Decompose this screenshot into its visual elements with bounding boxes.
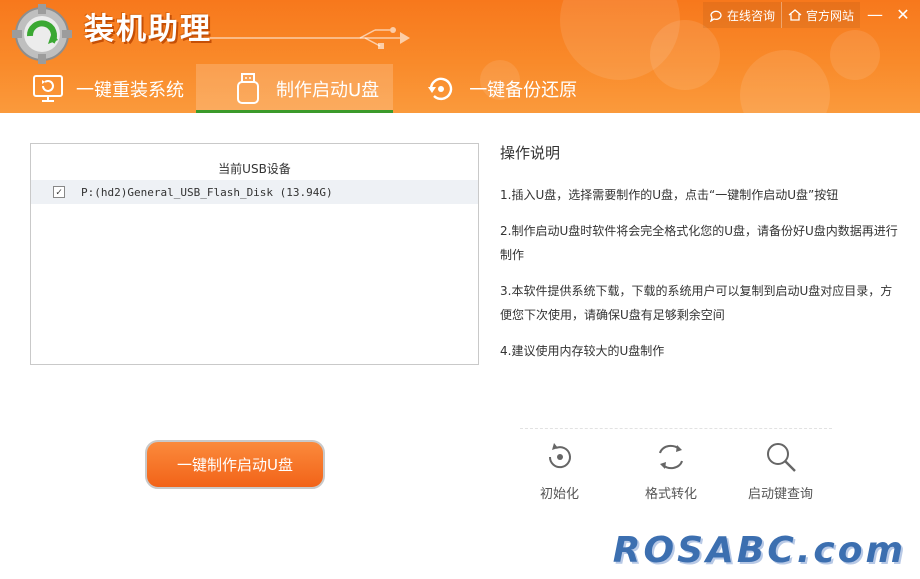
search-icon xyxy=(766,443,796,472)
app-logo-icon xyxy=(12,4,72,64)
tab-reinstall-label: 一键重装系统 xyxy=(76,79,184,101)
tab-backup-label: 一键备份还原 xyxy=(469,79,578,101)
tab-reinstall-system[interactable]: 一键重装系统 xyxy=(0,64,196,113)
official-site-link[interactable]: 官方网站 xyxy=(780,2,860,28)
format-convert-label: 格式转化 xyxy=(645,487,698,502)
initialize-button[interactable]: 初始化 xyxy=(540,439,579,502)
instructions-panel: 操作说明 1.插入U盘，选择需要制作的U盘，点击“一键制作启动U盘”按钮 2.制… xyxy=(500,138,900,375)
initialize-label: 初始化 xyxy=(540,487,580,502)
usb-device-list: 当前USB设备 ✓ P:(hd2)General_USB_Flash_Disk … xyxy=(30,143,479,365)
format-convert-button[interactable]: 格式转化 xyxy=(645,439,697,502)
instruction-step: 3.本软件提供系统下载，下载的系统用户可以复制到启动U盘对应目录，方便您下次使用… xyxy=(500,284,893,322)
usb-drive-icon xyxy=(232,72,264,105)
tab-backup-restore[interactable]: 一键备份还原 xyxy=(393,64,589,113)
usb-decoration-icon xyxy=(210,27,410,49)
tab-make-usb-label: 制作启动U盘 xyxy=(276,79,380,101)
minimize-button[interactable]: — xyxy=(862,2,888,26)
device-checkbox[interactable]: ✓ xyxy=(53,186,65,198)
backup-restore-icon xyxy=(425,73,457,105)
instruction-step: 4.建议使用内存较大的U盘制作 xyxy=(500,344,665,358)
tab-make-usb[interactable]: 制作启动U盘 xyxy=(196,64,394,113)
instruction-step: 2.制作启动U盘时软件将会完全格式化您的U盘，请备份好U盘内数据再进行制作 xyxy=(500,224,898,262)
home-icon xyxy=(788,9,802,21)
main-tabs: 一键重装系统 制作启动U盘 一键备份还原 xyxy=(0,64,589,113)
make-boot-usb-button[interactable]: 一键制作启动U盘 xyxy=(145,440,325,489)
monitor-refresh-icon xyxy=(32,73,64,105)
tool-buttons: 初始化 格式转化 启动键查询 xyxy=(520,428,832,514)
device-label: P:(hd2)General_USB_Flash_Disk (13.94G) xyxy=(81,185,333,199)
app-title: 装机助理 xyxy=(84,12,212,47)
reset-icon xyxy=(548,443,571,469)
boot-key-lookup-button[interactable]: 启动键查询 xyxy=(748,439,813,502)
convert-icon xyxy=(659,444,683,470)
boot-key-lookup-label: 启动键查询 xyxy=(748,487,814,502)
device-list-header: 当前USB设备 xyxy=(218,162,291,176)
online-consult-label: 在线咨询 xyxy=(726,8,775,23)
official-site-label: 官方网站 xyxy=(805,8,854,23)
chat-icon xyxy=(709,10,722,22)
instruction-step: 1.插入U盘，选择需要制作的U盘，点击“一键制作启动U盘”按钮 xyxy=(500,188,839,202)
title-bar: 装机助理 在线咨询 官方网站 — ✕ 一键重装系统 制作启动U盘 一键备份还原 xyxy=(0,0,920,113)
online-consult-link[interactable]: 在线咨询 xyxy=(702,2,781,28)
watermark: ROSABC.com xyxy=(612,530,906,571)
instructions-title: 操作说明 xyxy=(500,144,561,162)
close-button[interactable]: ✕ xyxy=(890,2,916,26)
list-item[interactable]: ✓ P:(hd2)General_USB_Flash_Disk (13.94G) xyxy=(31,180,478,204)
